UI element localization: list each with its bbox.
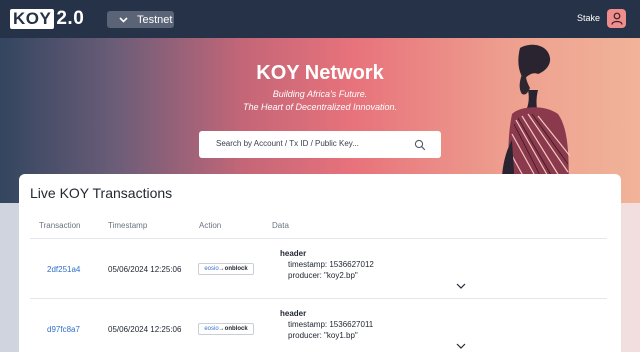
data-timestamp-key: timestamp: (288, 320, 328, 329)
transaction-timestamp: 05/06/2024 12:25:06 (108, 325, 182, 334)
stake-link[interactable]: Stake (577, 13, 600, 23)
user-icon (610, 12, 623, 25)
action-name: onblock (224, 326, 248, 332)
data-timestamp-value: 1536627011 (329, 320, 374, 329)
data-header-label: header (280, 309, 307, 318)
data-producer-value: "koy1.bp" (324, 331, 358, 340)
user-menu-button[interactable] (607, 9, 626, 28)
chevron-down-icon[interactable] (456, 283, 466, 289)
transactions-card: Live KOY Transactions Transaction Timest… (19, 174, 621, 352)
data-timestamp-value: 1536627012 (329, 260, 374, 269)
data-timestamp-key: timestamp: (288, 260, 328, 269)
column-header-transaction: Transaction (39, 221, 81, 230)
logo-version: 2.0 (56, 8, 85, 29)
data-producer: producer: "koy2.bp" (288, 271, 358, 280)
column-header-data: Data (272, 221, 289, 230)
chevron-down-icon[interactable] (456, 343, 466, 349)
network-select[interactable]: Testnet (107, 11, 174, 28)
action-name: onblock (224, 266, 248, 272)
data-header-label: header (280, 249, 307, 258)
data-timestamp: timestamp: 1536627012 (288, 260, 374, 269)
search-input[interactable]: Search by Account / Tx ID / Public Key..… (199, 131, 441, 158)
action-badge: eosio→onblock (198, 323, 254, 335)
action-badge: eosio→onblock (198, 263, 254, 275)
data-producer-key: producer: (288, 271, 322, 280)
chevron-down-icon (115, 11, 131, 28)
data-producer: producer: "koy1.bp" (288, 331, 358, 340)
search-icon[interactable] (414, 139, 426, 151)
transaction-id-link[interactable]: 2df251a4 (47, 265, 80, 274)
top-navbar: KOY 2.0 Testnet Stake (0, 0, 640, 38)
data-producer-value: "koy2.bp" (324, 271, 358, 280)
column-header-action: Action (199, 221, 222, 230)
row-divider (30, 298, 607, 299)
action-contract: eosio (204, 326, 219, 332)
network-label: Testnet (137, 13, 173, 26)
koy-logo[interactable]: KOY 2.0 (10, 8, 84, 30)
transactions-title: Live KOY Transactions (30, 185, 173, 201)
data-producer-key: producer: (288, 331, 322, 340)
data-timestamp: timestamp: 1536627011 (288, 320, 373, 329)
transaction-timestamp: 05/06/2024 12:25:06 (108, 265, 182, 274)
column-header-timestamp: Timestamp (108, 221, 148, 230)
logo-text: KOY (10, 9, 55, 29)
transaction-id-link[interactable]: d97fc8a7 (47, 325, 80, 334)
search-placeholder: Search by Account / Tx ID / Public Key..… (216, 139, 359, 148)
action-contract: eosio (204, 266, 219, 272)
header-divider (30, 238, 607, 239)
